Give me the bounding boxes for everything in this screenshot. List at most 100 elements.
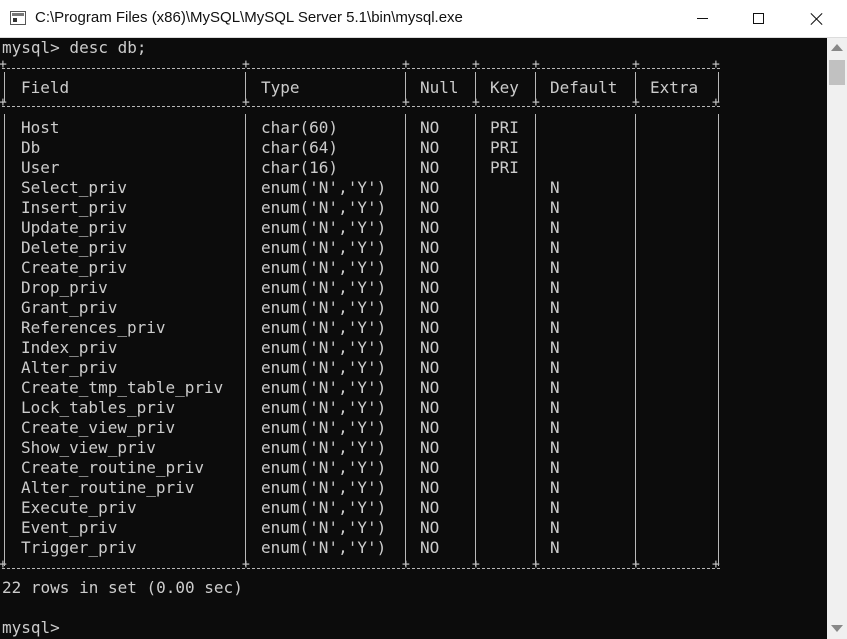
minimize-button[interactable] — [679, 0, 725, 37]
table-cell-null: NO — [420, 338, 440, 357]
column-separator — [718, 72, 719, 102]
table-cell-default: N — [550, 258, 560, 277]
table-cell-field: Show_view_priv — [21, 438, 156, 457]
table-cell-field: Alter_priv — [21, 358, 118, 377]
table-cell-null: NO — [420, 378, 440, 397]
table-cell-type: enum('N','Y') — [261, 318, 387, 337]
table-cell-null: NO — [420, 218, 440, 237]
column-separator — [245, 114, 246, 566]
table-cell-type: char(16) — [261, 158, 339, 177]
table-cell-field: User — [21, 158, 60, 177]
title-bar[interactable]: C:\Program Files (x86)\MySQL\MySQL Serve… — [0, 0, 847, 38]
table-cell-null: NO — [420, 398, 440, 417]
column-separator — [475, 114, 476, 566]
column-separator — [4, 72, 5, 102]
table-cell-null: NO — [420, 178, 440, 197]
column-separator — [718, 114, 719, 566]
table-cell-default: N — [550, 338, 560, 357]
vertical-scrollbar[interactable] — [827, 38, 847, 639]
window-title: C:\Program Files (x86)\MySQL\MySQL Serve… — [35, 9, 463, 26]
minimize-icon — [696, 18, 708, 19]
table-cell-null: NO — [420, 318, 440, 337]
table-cell-field: Host — [21, 118, 60, 137]
table-cell-key: PRI — [490, 118, 519, 137]
table-cell-field: Insert_priv — [21, 198, 127, 217]
table-border-top: + + + + + + + — [0, 57, 720, 72]
column-header-key: Key — [490, 78, 519, 97]
table-cell-field: Lock_tables_priv — [21, 398, 176, 417]
column-separator — [245, 72, 246, 102]
table-cell-type: enum('N','Y') — [261, 518, 387, 537]
table-cell-field: Create_routine_priv — [21, 458, 205, 477]
table-cell-null: NO — [420, 498, 440, 517]
mysql-prompt[interactable]: mysql> — [2, 618, 60, 638]
table-cell-field: Alter_routine_priv — [21, 478, 195, 497]
table-cell-type: enum('N','Y') — [261, 178, 387, 197]
column-separator — [535, 114, 536, 566]
table-cell-default: N — [550, 218, 560, 237]
table-cell-null: NO — [420, 138, 440, 157]
column-header-extra: Extra — [650, 78, 699, 97]
table-cell-null: NO — [420, 358, 440, 377]
column-header-default: Default — [550, 78, 618, 97]
table-cell-default: N — [550, 438, 560, 457]
table-cell-field: Drop_priv — [21, 278, 108, 297]
console-app-icon[interactable] — [10, 11, 26, 25]
table-cell-default: N — [550, 418, 560, 437]
column-separator — [405, 114, 406, 566]
table-cell-field: Select_priv — [21, 178, 127, 197]
table-cell-type: enum('N','Y') — [261, 298, 387, 317]
table-cell-field: Create_priv — [21, 258, 127, 277]
table-cell-type: char(60) — [261, 118, 339, 137]
table-cell-type: enum('N','Y') — [261, 258, 387, 277]
table-cell-field: Event_priv — [21, 518, 118, 537]
scroll-down-arrow-icon[interactable] — [831, 625, 843, 632]
scrollbar-thumb[interactable] — [829, 60, 845, 85]
console-output[interactable]: mysql> desc db; +++++++ +++++++ +++++++ … — [0, 38, 827, 639]
table-cell-null: NO — [420, 118, 440, 137]
table-cell-null: NO — [420, 538, 440, 557]
table-cell-field: Execute_priv — [21, 498, 137, 517]
column-separator — [635, 72, 636, 102]
column-header-field: Field — [21, 78, 70, 97]
table-cell-default: N — [550, 198, 560, 217]
table-cell-null: NO — [420, 158, 440, 177]
table-cell-default: N — [550, 278, 560, 297]
column-header-type: Type — [261, 78, 300, 97]
table-cell-type: enum('N','Y') — [261, 418, 387, 437]
maximize-button[interactable] — [735, 0, 781, 37]
table-cell-default: N — [550, 498, 560, 517]
table-cell-null: NO — [420, 518, 440, 537]
table-cell-key: PRI — [490, 138, 519, 157]
command-line: mysql> desc db; — [2, 38, 147, 57]
table-cell-type: enum('N','Y') — [261, 338, 387, 357]
table-cell-type: enum('N','Y') — [261, 438, 387, 457]
table-cell-null: NO — [420, 258, 440, 277]
column-separator — [405, 72, 406, 102]
table-border-header: + + + + + + + — [0, 95, 720, 110]
scroll-up-arrow-icon[interactable] — [831, 44, 843, 51]
table-cell-key: PRI — [490, 158, 519, 177]
table-cell-null: NO — [420, 458, 440, 477]
column-separator — [475, 72, 476, 102]
table-cell-default: N — [550, 238, 560, 257]
column-header-null: Null — [420, 78, 459, 97]
table-border-bottom: +++++++ — [0, 557, 720, 573]
table-cell-default: N — [550, 378, 560, 397]
close-button[interactable] — [793, 0, 839, 37]
table-cell-default: N — [550, 478, 560, 497]
table-cell-default: N — [550, 518, 560, 537]
table-cell-null: NO — [420, 278, 440, 297]
column-separator — [635, 114, 636, 566]
table-cell-type: enum('N','Y') — [261, 278, 387, 297]
table-cell-null: NO — [420, 438, 440, 457]
table-cell-null: NO — [420, 298, 440, 317]
result-summary: 22 rows in set (0.00 sec) — [2, 578, 243, 597]
close-icon — [810, 12, 823, 25]
table-cell-null: NO — [420, 418, 440, 437]
table-cell-type: enum('N','Y') — [261, 378, 387, 397]
console-window: C:\Program Files (x86)\MySQL\MySQL Serve… — [0, 0, 847, 639]
table-cell-type: char(64) — [261, 138, 339, 157]
table-cell-field: Update_priv — [21, 218, 127, 237]
table-cell-type: enum('N','Y') — [261, 458, 387, 477]
